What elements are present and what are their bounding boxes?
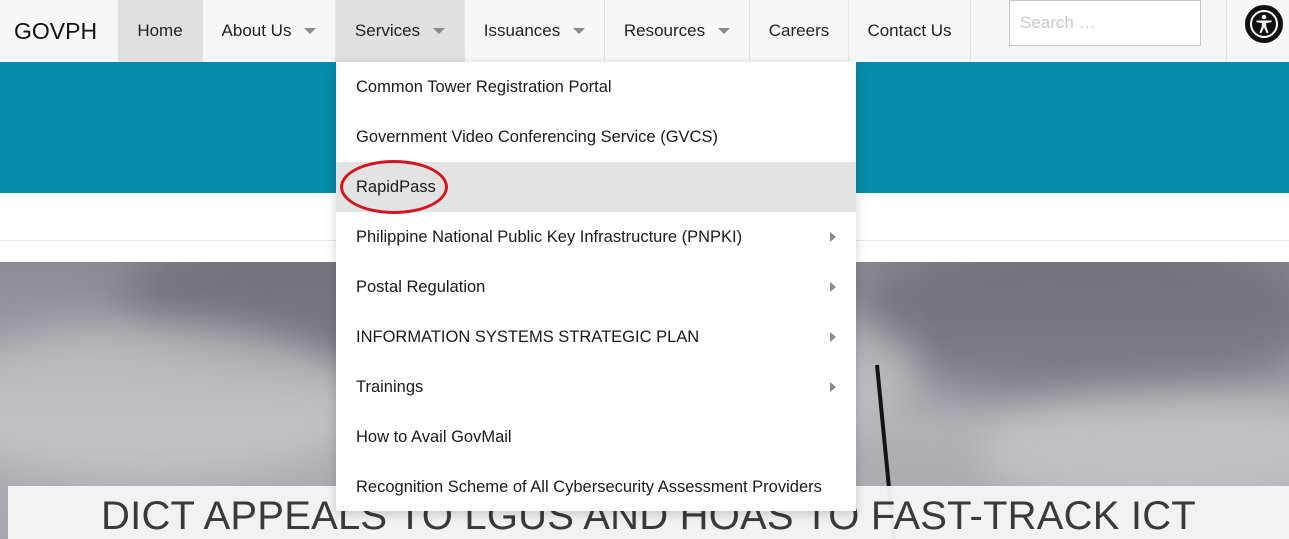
- top-navigation: GOVPH Home About Us Services Issuances R…: [0, 0, 1289, 62]
- nav-about-us[interactable]: About Us: [203, 0, 336, 62]
- menu-item-postal-regulation[interactable]: Postal Regulation: [336, 262, 856, 312]
- nav-home[interactable]: Home: [118, 0, 203, 62]
- menu-item-common-tower-registration-portal[interactable]: Common Tower Registration Portal: [336, 62, 856, 112]
- menu-item-label: RapidPass: [356, 177, 436, 196]
- menu-item-label: How to Avail GovMail: [356, 427, 512, 446]
- menu-item-rapidpass[interactable]: RapidPass: [336, 160, 856, 214]
- nav-resources[interactable]: Resources: [605, 0, 750, 62]
- nav-divider: [1226, 0, 1227, 62]
- menu-item-label: INFORMATION SYSTEMS STRATEGIC PLAN: [356, 327, 700, 346]
- nav-issuances-label: Issuances: [483, 21, 561, 40]
- nav-about-us-label: About Us: [221, 21, 292, 40]
- chevron-right-icon: [830, 332, 836, 342]
- menu-item-label: Common Tower Registration Portal: [356, 77, 612, 96]
- menu-item-trainings[interactable]: Trainings: [336, 362, 856, 412]
- menu-item-label: Postal Regulation: [356, 277, 486, 296]
- menu-item-information-systems-strategic-plan[interactable]: INFORMATION SYSTEMS STRATEGIC PLAN: [336, 312, 856, 362]
- chevron-down-icon: [304, 28, 317, 34]
- nav-contact-us-label: Contact Us: [867, 21, 952, 40]
- menu-item-label: Recognition Scheme of All Cybersecurity …: [356, 477, 822, 496]
- chevron-down-icon: [573, 28, 586, 34]
- services-dropdown-menu: Common Tower Registration Portal Governm…: [336, 62, 856, 511]
- chevron-right-icon: [830, 382, 836, 392]
- nav-home-label: Home: [137, 21, 183, 40]
- chevron-right-icon: [830, 232, 836, 242]
- nav-issuances[interactable]: Issuances: [465, 0, 605, 62]
- brand-logo-link[interactable]: GOVPH: [0, 0, 118, 62]
- search-input[interactable]: [1009, 0, 1201, 46]
- chevron-down-icon: [718, 28, 731, 34]
- nav-resources-label: Resources: [623, 21, 706, 40]
- menu-item-pnpki[interactable]: Philippine National Public Key Infrastru…: [336, 212, 856, 262]
- menu-item-label: Trainings: [356, 377, 424, 396]
- nav-careers[interactable]: Careers: [750, 0, 849, 62]
- nav-services-label: Services: [354, 21, 421, 40]
- accessibility-icon: [1250, 10, 1278, 38]
- nav-careers-label: Careers: [768, 21, 830, 40]
- chevron-right-icon: [830, 282, 836, 292]
- menu-item-cybersecurity-assessment-providers[interactable]: Recognition Scheme of All Cybersecurity …: [336, 462, 856, 512]
- chevron-down-icon: [433, 28, 446, 34]
- menu-item-label: Government Video Conferencing Service (G…: [356, 127, 718, 146]
- accessibility-button[interactable]: [1245, 5, 1283, 43]
- menu-item-gvcs[interactable]: Government Video Conferencing Service (G…: [336, 112, 856, 162]
- menu-item-govmail[interactable]: How to Avail GovMail: [336, 412, 856, 462]
- nav-contact-us[interactable]: Contact Us: [849, 0, 971, 62]
- nav-services[interactable]: Services: [336, 0, 465, 62]
- menu-item-label: Philippine National Public Key Infrastru…: [356, 227, 743, 246]
